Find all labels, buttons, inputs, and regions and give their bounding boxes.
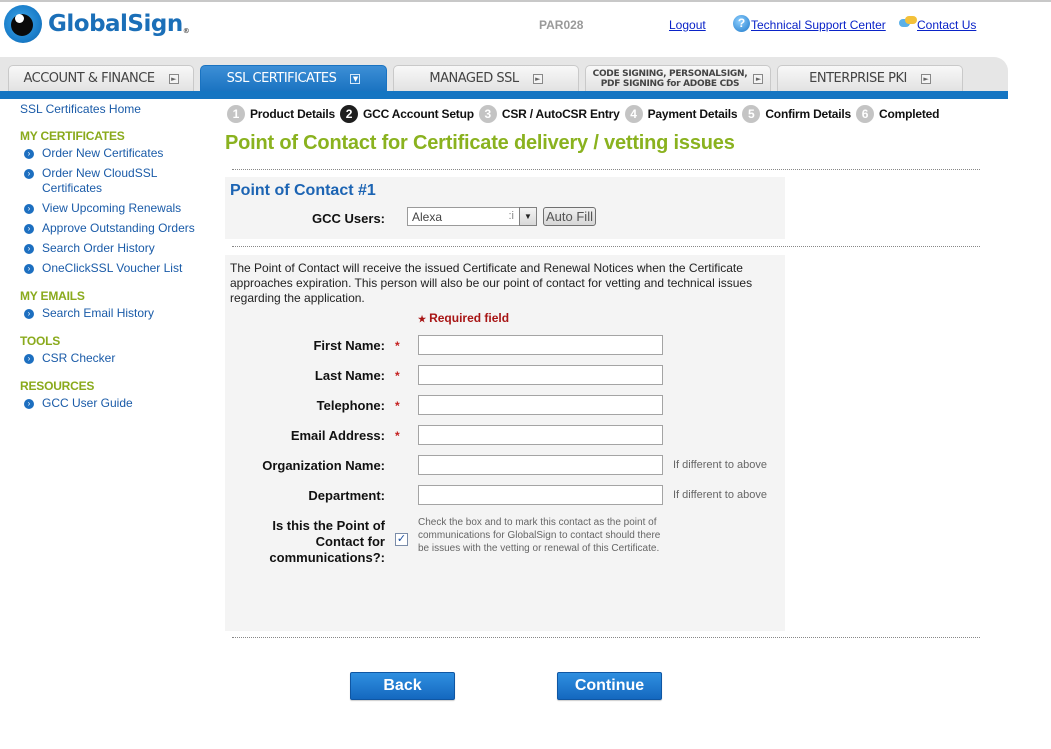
organization-name-label: Organization Name:: [262, 458, 385, 473]
continue-button[interactable]: Continue: [557, 672, 662, 700]
department-label: Department:: [308, 488, 385, 503]
form-description: The Point of Contact will receive the is…: [230, 261, 753, 305]
arrow-bullet-icon: ›: [24, 149, 34, 159]
logo-eye-icon: [4, 5, 42, 43]
tab-arrow-icon: ►: [920, 73, 931, 84]
tab-arrow-icon: ►: [168, 73, 179, 84]
arrow-bullet-icon: ›: [24, 204, 34, 214]
organization-hint: If different to above: [673, 459, 767, 471]
divider: [232, 169, 980, 170]
tab-managed-ssl[interactable]: MANAGED SSL ►: [393, 65, 579, 91]
chat-bubbles-icon[interactable]: [899, 16, 917, 30]
auto-fill-button[interactable]: Auto Fill: [543, 207, 596, 226]
poc-communications-label: Is this the Point of Contact for communica…: [269, 518, 385, 565]
sidebar-item-upcoming-renewals[interactable]: › View Upcoming Renewals: [20, 201, 215, 216]
nav-underline: [0, 91, 1008, 99]
tab-account-finance[interactable]: ACCOUNT & FINANCE ►: [8, 65, 194, 91]
sidebar-item-gcc-user-guide[interactable]: › GCC User Guide: [20, 396, 215, 411]
account-id: PAR028: [539, 18, 584, 32]
step-gcc-account-setup: 2 GCC Account Setup: [340, 105, 474, 123]
step-confirm-details: 5 Confirm Details: [742, 105, 851, 123]
sidebar-item-order-cloudssl[interactable]: › Order New CloudSSL Certificates: [20, 166, 215, 196]
required-star: *: [395, 429, 400, 443]
poc-title: Point of Contact #1: [230, 182, 376, 199]
logo-text: GlobalSign®: [48, 11, 190, 37]
last-name-label: Last Name:: [314, 368, 385, 383]
sidebar-section-tools: TOOLS: [20, 334, 61, 348]
sidebar-ssl-home-link[interactable]: SSL Certificates Home: [20, 102, 215, 116]
sidebar-item-voucher-list[interactable]: › OneClickSSL Voucher List: [20, 261, 215, 276]
department-field[interactable]: [418, 485, 663, 505]
telephone-label: Telephone:: [316, 398, 385, 413]
divider: [232, 637, 980, 638]
contact-form-panel: The Point of Contact will receive the is…: [225, 255, 785, 631]
chevron-down-icon[interactable]: ▼: [519, 207, 537, 226]
tab-dropdown-icon: ▼: [350, 73, 361, 84]
back-button[interactable]: Back: [350, 672, 455, 700]
globalsign-logo[interactable]: GlobalSign®: [4, 4, 190, 44]
sidebar-item-order-new-certificates[interactable]: › Order New Certificates: [20, 146, 215, 161]
step-product-details: 1 Product Details: [227, 105, 335, 123]
sidebar-section-resources: RESOURCES: [20, 379, 95, 393]
tab-ssl-certificates[interactable]: SSL CERTIFICATES ▼: [200, 65, 387, 91]
page-title: Point of Contact for Certificate deliver…: [225, 132, 735, 154]
first-name-label: First Name:: [313, 338, 385, 353]
sidebar-section-my-certificates: MY CERTIFICATES: [20, 129, 125, 143]
arrow-bullet-icon: ›: [24, 224, 34, 234]
poc-communications-description: Check the box and to mark this contact a…: [418, 517, 661, 554]
progress-steps: 1 Product Details 2 GCC Account Setup 3 CSR…: [227, 105, 944, 123]
contact-us-link[interactable]: Contact Us: [917, 18, 976, 32]
help-icon[interactable]: ?: [733, 15, 750, 32]
required-star: *: [395, 369, 400, 383]
tab-arrow-icon: ►: [753, 73, 764, 84]
tab-enterprise-pki[interactable]: ENTERPRISE PKI ►: [777, 65, 963, 91]
required-star: *: [395, 399, 400, 413]
gcc-users-select[interactable]: Alexa :i ▼: [407, 207, 537, 226]
logout-link[interactable]: Logout: [669, 18, 706, 32]
step-csr-entry: 3 CSR / AutoCSR Entry: [478, 105, 620, 123]
technical-support-link[interactable]: Technical Support Center: [751, 18, 886, 32]
sidebar-item-search-email-history[interactable]: › Search Email History: [20, 306, 215, 321]
sidebar-section-my-emails: MY EMAILS: [20, 289, 85, 303]
sidebar-item-approve-orders[interactable]: › Approve Outstanding Orders: [20, 221, 215, 236]
step-payment-details: 4 Payment Details: [624, 105, 738, 123]
required-star: *: [395, 339, 400, 353]
poc-communications-checkbox[interactable]: ✓: [395, 533, 408, 546]
arrow-bullet-icon: ›: [24, 309, 34, 319]
telephone-field[interactable]: [418, 395, 663, 415]
arrow-bullet-icon: ›: [24, 169, 34, 179]
arrow-bullet-icon: ›: [24, 399, 34, 409]
sidebar-item-csr-checker[interactable]: › CSR Checker: [20, 351, 215, 366]
arrow-bullet-icon: ›: [24, 264, 34, 274]
top-border: [0, 0, 1051, 2]
tab-code-signing[interactable]: CODE SIGNING, PERSONALSIGN, PDF SIGNING f…: [585, 65, 771, 91]
last-name-field[interactable]: [418, 365, 663, 385]
first-name-field[interactable]: [418, 335, 663, 355]
step-completed: 6 Completed: [856, 105, 939, 123]
arrow-bullet-icon: ›: [24, 354, 34, 364]
arrow-bullet-icon: ›: [24, 244, 34, 254]
gcc-users-label: GCC Users:: [312, 211, 385, 226]
tab-arrow-icon: ►: [532, 73, 543, 84]
sidebar: SSL Certificates Home MY CERTIFICATES › O…: [20, 102, 215, 416]
department-hint: If different to above: [673, 489, 767, 501]
sidebar-item-search-order-history[interactable]: › Search Order History: [20, 241, 215, 256]
poc-panel: Point of Contact #1 GCC Users: Alexa :i …: [225, 177, 785, 239]
divider: [232, 246, 980, 247]
email-field[interactable]: [418, 425, 663, 445]
required-field-note: ★ Required field: [418, 311, 510, 325]
organization-name-field[interactable]: [418, 455, 663, 475]
email-label: Email Address:: [290, 428, 385, 443]
